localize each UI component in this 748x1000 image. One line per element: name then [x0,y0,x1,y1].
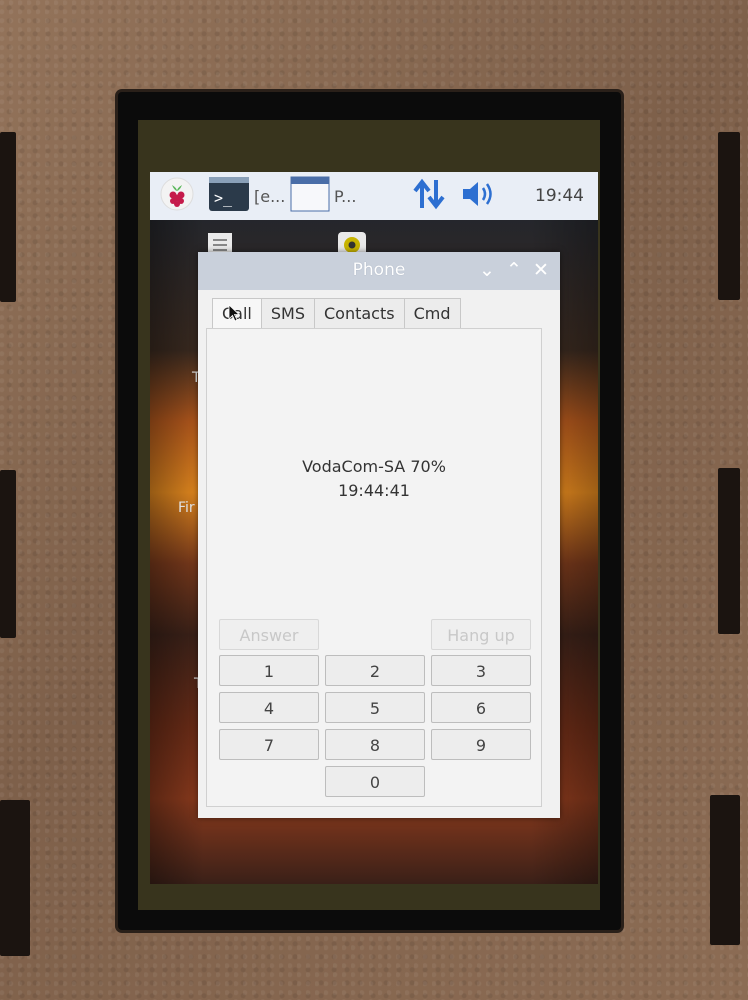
maximize-icon[interactable]: ⌃ [503,259,525,281]
minimize-icon[interactable]: ⌄ [476,259,498,281]
keypad-9-button[interactable]: 9 [431,729,531,760]
case-slot-right-bottom [710,795,740,945]
keypad-2-button[interactable]: 2 [325,655,425,686]
window-icon [290,176,330,216]
keypad-8-button[interactable]: 8 [325,729,425,760]
call-panel: VodaCom-SA 70% 19:44:41 Answer Hang up 1… [206,328,542,807]
taskbar-terminal-button[interactable]: >_ [e... [208,176,286,216]
tab-contacts[interactable]: Contacts [314,298,405,329]
tab-cmd[interactable]: Cmd [403,298,461,329]
case-slot-left-bottom [0,800,30,956]
case-slot-left-top [0,132,16,302]
keypad-4-button[interactable]: 4 [219,692,319,723]
raspberry-icon [160,177,194,215]
answer-button[interactable]: Answer [219,619,319,650]
keypad-1-button[interactable]: 1 [219,655,319,686]
taskbar-clock: 19:44 [535,186,584,206]
case-slot-left-mid [0,470,16,638]
case-slot-right-top [718,132,740,300]
network-status-button[interactable] [412,178,446,214]
volume-icon [460,176,498,216]
taskbar-terminal-label: [e... [254,186,286,206]
phone-window: Phone ⌄ ⌃ ✕ Call SMS Contacts Cmd VodaCo… [198,252,560,818]
keypad-7-button[interactable]: 7 [219,729,319,760]
taskbar-phone-label: P... [334,186,357,206]
network-arrows-icon [412,176,446,216]
tab-bar: Call SMS Contacts Cmd [212,298,461,329]
keypad-3-button[interactable]: 3 [431,655,531,686]
terminal-icon: >_ [208,176,250,216]
tab-sms[interactable]: SMS [260,298,315,329]
keypad-6-button[interactable]: 6 [431,692,531,723]
taskbar-phone-button[interactable]: P... [290,176,357,216]
volume-button[interactable] [460,178,498,214]
keypad-5-button[interactable]: 5 [325,692,425,723]
window-titlebar[interactable]: Phone ⌄ ⌃ ✕ [198,252,560,290]
hang-up-button[interactable]: Hang up [431,619,531,650]
close-icon[interactable]: ✕ [530,259,552,281]
keypad-0-button[interactable]: 0 [325,766,425,797]
taskbar: >_ [e... P... 19:44 [150,172,598,220]
desktop-label-2: Fir [178,500,195,516]
network-status-text: VodaCom-SA 70% [302,457,446,476]
svg-text:>_: >_ [214,189,233,207]
case-slot-right-mid [718,468,740,634]
raspberry-menu-button[interactable] [160,177,194,215]
call-status: VodaCom-SA 70% 19:44:41 [207,455,541,503]
screen: >_ [e... P... 19:44 T Fir Phone ⌄ ⌃ ✕ SM… [150,172,598,884]
status-time: 19:44:41 [338,481,410,500]
